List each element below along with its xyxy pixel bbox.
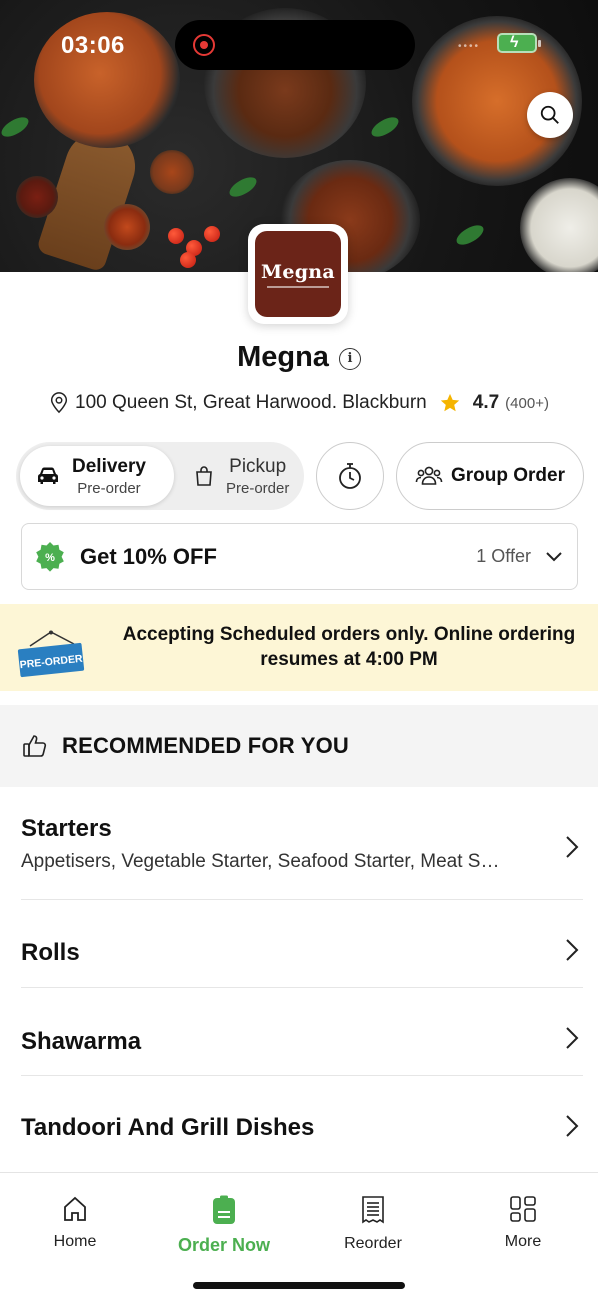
pickup-subtitle: Pre-order xyxy=(226,479,290,497)
review-count: (400+) xyxy=(505,394,549,412)
schedule-button[interactable] xyxy=(316,442,384,510)
category-title: Starters xyxy=(21,815,112,842)
offer-card[interactable]: % Get 10% OFF 1 Offer xyxy=(21,523,578,590)
recommended-label: RECOMMENDED FOR YOU xyxy=(62,733,349,758)
nav-more[interactable]: More xyxy=(463,1195,583,1251)
nav-home[interactable]: Home xyxy=(15,1195,135,1251)
preorder-message: Accepting Scheduled orders only. Online … xyxy=(122,624,576,670)
delivery-subtitle: Pre-order xyxy=(77,479,141,497)
dynamic-island xyxy=(175,20,415,70)
battery-icon: ϟ xyxy=(497,33,541,53)
pickup-title: Pickup xyxy=(229,455,287,477)
nav-home-label: Home xyxy=(53,1233,97,1250)
stopwatch-icon xyxy=(339,463,361,489)
grid-icon xyxy=(510,1196,536,1222)
restaurant-address: 100 Queen St, Great Harwood. Blackburn xyxy=(75,392,427,413)
group-icon xyxy=(415,466,443,485)
restaurant-name: Megna xyxy=(237,341,329,373)
screen-recording-icon xyxy=(193,34,215,56)
rating-value: 4.7 xyxy=(472,392,500,413)
shopping-bag-icon xyxy=(196,466,212,486)
nav-reorder-label: Reorder xyxy=(344,1235,402,1252)
restaurant-logo: Megna xyxy=(248,224,348,324)
logo-text: Megna xyxy=(260,260,336,283)
category-row-starters[interactable]: Starters Appetisers, Vegetable Starter, … xyxy=(21,815,583,900)
home-indicator xyxy=(193,1282,405,1289)
bottom-navigation: Home Order Now Reorder More xyxy=(0,1172,598,1300)
svg-text:%: % xyxy=(45,552,55,564)
group-order-button[interactable]: Group Order xyxy=(396,442,584,510)
car-icon xyxy=(38,467,58,484)
category-title: Rolls xyxy=(21,939,80,966)
offer-count: 1 Offer xyxy=(476,546,531,566)
preorder-banner: PRE-ORDER Accepting Scheduled orders onl… xyxy=(0,604,598,691)
group-order-label: Group Order xyxy=(450,465,565,486)
home-icon xyxy=(64,1196,86,1221)
category-row-tandoori[interactable]: Tandoori And Grill Dishes xyxy=(21,1076,583,1172)
category-row-rolls[interactable]: Rolls xyxy=(21,900,583,988)
category-title: Tandoori And Grill Dishes xyxy=(21,1114,315,1141)
preorder-tag-icon: PRE-ORDER xyxy=(17,630,85,678)
nav-order-now[interactable]: Order Now xyxy=(164,1195,284,1256)
offer-title: Get 10% OFF xyxy=(80,543,217,569)
star-icon xyxy=(440,393,459,412)
thumbs-up-icon xyxy=(23,735,47,757)
category-row-shawarma[interactable]: Shawarma xyxy=(21,988,583,1076)
chevron-right-icon xyxy=(566,1027,579,1049)
receipt-icon xyxy=(362,1196,384,1224)
search-button[interactable] xyxy=(527,92,573,138)
nav-reorder[interactable]: Reorder xyxy=(313,1195,433,1253)
delivery-title: Delivery xyxy=(72,455,146,477)
info-icon[interactable]: i xyxy=(338,347,361,370)
recommended-header: RECOMMENDED FOR YOU xyxy=(0,705,598,787)
address-row: 100 Queen St, Great Harwood. Blackburn 4… xyxy=(0,392,598,414)
chevron-right-icon xyxy=(566,939,579,961)
order-mode-toggle: Delivery Pre-order Pickup Pre-order xyxy=(16,442,304,510)
search-icon xyxy=(540,105,559,124)
order-now-icon xyxy=(213,1195,235,1224)
delivery-option[interactable]: Delivery Pre-order xyxy=(20,446,174,506)
discount-badge-icon: % xyxy=(36,541,64,572)
status-time: 03:06 xyxy=(61,32,125,59)
category-subtitle: Appetisers, Vegetable Starter, Seafood S… xyxy=(21,851,500,872)
signal-icon: •••• xyxy=(458,41,481,52)
chevron-down-icon xyxy=(546,551,562,561)
pickup-option[interactable]: Pickup Pre-order xyxy=(182,446,300,506)
nav-order-now-label: Order Now xyxy=(177,1235,270,1255)
restaurant-header: Megna i xyxy=(0,341,598,374)
category-title: Shawarma xyxy=(21,1028,142,1055)
chevron-right-icon xyxy=(566,1115,579,1137)
chevron-right-icon xyxy=(566,836,579,858)
location-pin-icon xyxy=(50,392,68,414)
nav-more-label: More xyxy=(504,1233,542,1250)
